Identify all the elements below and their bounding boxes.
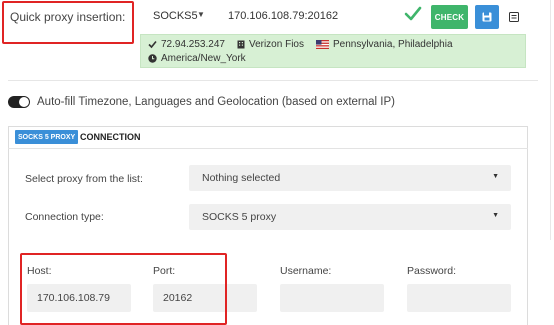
proxy-list-value: Nothing selected — [202, 172, 281, 184]
connection-type-select[interactable]: SOCKS 5 proxy ▼ — [189, 204, 511, 230]
panel-edge — [550, 0, 551, 240]
highlight-box-quick-proxy — [2, 1, 134, 44]
proxy-list-label: Select proxy from the list: — [25, 173, 143, 185]
connection-type-value: SOCKS 5 proxy — [202, 211, 277, 223]
connection-title: CONNECTION — [80, 132, 141, 142]
caret-down-icon: ▼ — [492, 173, 499, 180]
building-icon — [237, 40, 245, 49]
geo-ip-text: 72.94.253.247 — [161, 39, 225, 50]
autofill-label: Auto-fill Timezone, Languages and Geoloc… — [37, 96, 395, 108]
quick-proxy-input[interactable]: 170.106.108.79:20162 — [228, 10, 338, 22]
save-icon — [482, 12, 492, 22]
save-button[interactable] — [475, 5, 499, 29]
password-input[interactable] — [407, 284, 511, 312]
section-divider — [8, 80, 538, 81]
caret-down-icon: ▼ — [492, 212, 499, 219]
toggle-knob — [19, 97, 29, 107]
check-icon — [148, 40, 157, 49]
check-button[interactable]: CHECK — [431, 5, 468, 29]
clock-icon — [148, 54, 157, 63]
password-label: Password: — [407, 265, 457, 277]
geo-ip: 72.94.253.247 — [148, 39, 225, 50]
highlight-box-host-port — [20, 253, 227, 325]
list-menu-button[interactable] — [507, 10, 521, 24]
geo-isp: Verizon Fios — [237, 39, 304, 50]
socks5-badge: SOCKS 5 PROXY — [15, 130, 79, 144]
geo-row-timezone: America/New_York — [148, 53, 246, 64]
geo-location: Pennsylvania, Philadelphia — [315, 39, 453, 50]
geo-info-panel: 72.94.253.247 Verizon Fios Pennsylvania, — [140, 34, 526, 68]
autofill-toggle[interactable] — [8, 96, 30, 108]
proxy-list-select[interactable]: Nothing selected ▼ — [189, 165, 511, 191]
list-icon — [509, 12, 519, 22]
check-success-icon — [404, 6, 422, 21]
geo-location-text: Pennsylvania, Philadelphia — [332, 39, 453, 50]
geo-isp-text: Verizon Fios — [248, 39, 304, 50]
protocol-select[interactable]: SOCKS5 — [153, 10, 198, 22]
geo-row-ip: 72.94.253.247 Verizon Fios Pennsylvania, — [148, 39, 461, 50]
username-label: Username: — [280, 265, 332, 277]
us-flag-icon — [315, 40, 329, 49]
caret-down-icon[interactable]: ▼ — [197, 10, 205, 19]
connection-type-label: Connection type: — [25, 211, 104, 223]
geo-timezone-text: America/New_York — [161, 53, 246, 64]
username-input[interactable] — [280, 284, 384, 312]
